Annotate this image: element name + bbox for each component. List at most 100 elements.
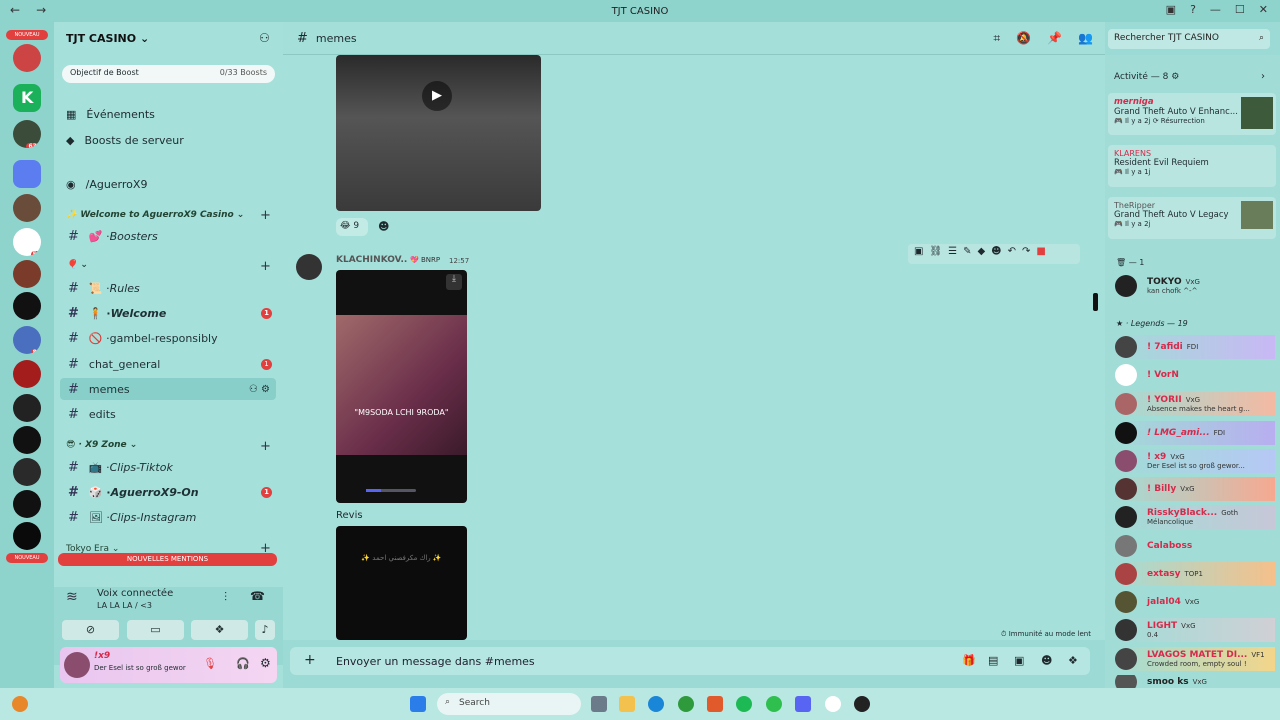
notifications-icon[interactable]: 🔕: [1016, 31, 1031, 46]
activity-card[interactable]: TheRipper Grand Theft Auto V Legacy 🎮 Il…: [1108, 197, 1276, 239]
member-item[interactable]: ! x9 VxG Der Esel ist so groß gewor...: [1115, 449, 1275, 473]
channel-gamble[interactable]: # 🚫 · gambel-responsibly: [60, 327, 276, 349]
member-item[interactable]: extasy TOP1: [1115, 562, 1275, 586]
video-attachment[interactable]: ▶: [336, 55, 541, 211]
progress-bar[interactable]: [366, 489, 416, 492]
member-item[interactable]: ! Billy VxG: [1115, 477, 1275, 501]
maximize-icon[interactable]: ☐: [1235, 3, 1245, 16]
member-item[interactable]: ! 7afidi FDI: [1115, 335, 1275, 359]
member-item[interactable]: ! LMG_ami... FDI: [1115, 421, 1275, 445]
xbox-icon[interactable]: [678, 696, 694, 712]
app-icon[interactable]: [12, 696, 28, 712]
member-item[interactable]: ! VorN: [1115, 363, 1275, 387]
category-welcome[interactable]: ✨ Welcome to AguerroX9 Casino ⌄: [66, 210, 244, 220]
spotify-icon[interactable]: [736, 696, 752, 712]
channel-welcome[interactable]: # 🧍 · Welcome 1: [60, 302, 276, 324]
add-channel-icon[interactable]: +: [260, 259, 271, 274]
message-author[interactable]: Revis: [336, 510, 363, 521]
video-attachment[interactable]: "M9SODA LCHI 9RODA" ⤓: [336, 270, 467, 503]
camera-button[interactable]: ⊘: [62, 620, 119, 640]
play-icon[interactable]: ▶: [422, 81, 452, 111]
server-icon[interactable]: [13, 160, 41, 188]
channel-rules[interactable]: # 📜 · Rules: [60, 277, 276, 299]
voice-channel[interactable]: LA LA LA / <3: [97, 601, 152, 610]
activity-card[interactable]: KLARENS Resident Evil Requiem 🎮 Il y a 1…: [1108, 145, 1276, 187]
category-unnamed[interactable]: 🎈 ⌄: [66, 260, 88, 270]
gif-icon[interactable]: ▤: [988, 654, 998, 667]
channel-memes[interactable]: # memes ⚇ ⚙: [60, 378, 276, 400]
server-icon[interactable]: [13, 522, 41, 550]
help-icon[interactable]: ?: [1190, 3, 1196, 16]
channel-tiktok[interactable]: # 📺 · Clips-Tiktok: [60, 456, 276, 478]
message-author[interactable]: KLACHINKOV..: [336, 255, 407, 265]
add-channel-icon[interactable]: +: [260, 208, 271, 223]
message-composer[interactable]: + Envoyer un message dans #memes 🎁 ▤ ▣ ☻…: [290, 647, 1090, 675]
reaction[interactable]: 😂 9: [336, 218, 368, 236]
task-view-icon[interactable]: [591, 696, 607, 712]
new-badge[interactable]: NOUVEAU: [6, 553, 48, 563]
noise-suppression-icon[interactable]: ⫶: [224, 590, 227, 605]
member-item[interactable]: LIGHT VxG 0.4: [1115, 618, 1275, 642]
boost-goal[interactable]: Objectif de Boost 0/33 Boosts: [62, 65, 275, 83]
server-icon[interactable]: [13, 426, 41, 454]
windows-start-icon[interactable]: [410, 696, 426, 712]
voice-status[interactable]: Voix connectée: [97, 588, 173, 599]
disconnect-icon[interactable]: ☎: [250, 589, 265, 603]
member-item[interactable]: jalal04 VxG: [1115, 590, 1275, 614]
new-badge[interactable]: NOUVEAU: [6, 30, 48, 40]
server-icon[interactable]: K: [13, 84, 41, 112]
add-reaction-icon[interactable]: ☻: [378, 220, 389, 233]
close-icon[interactable]: ✕: [1259, 3, 1268, 16]
avatar[interactable]: [64, 652, 90, 678]
activity-header[interactable]: Activité — 8 ⚙: [1114, 72, 1179, 82]
server-icon[interactable]: 86: [13, 326, 41, 354]
add-member-icon[interactable]: ⚇: [259, 31, 270, 45]
server-icon[interactable]: [13, 44, 41, 72]
member-item[interactable]: smoo ks VxG: [1115, 675, 1275, 688]
add-attachment-icon[interactable]: +: [304, 652, 316, 668]
download-icon[interactable]: ⤓: [446, 274, 462, 290]
activities-button[interactable]: ❖: [191, 620, 248, 640]
emoji-icon[interactable]: ☻: [1041, 654, 1052, 667]
channel-boosters[interactable]: # 💕 · Boosters: [60, 225, 276, 247]
search-input[interactable]: Rechercher TJT CASINO ⌕: [1108, 29, 1270, 49]
server-icon[interactable]: 3: [13, 394, 41, 422]
sticker-icon[interactable]: ▣: [1014, 654, 1024, 667]
server-icon[interactable]: [13, 458, 41, 486]
category-x9[interactable]: 😎 · X9 Zone ⌄: [66, 440, 137, 450]
server-icon[interactable]: [13, 490, 41, 518]
gift-icon[interactable]: 🎁: [962, 654, 976, 667]
user-panel[interactable]: !x9 Der Esel ist so groß gewor 🎙 🎧 ⚙: [60, 647, 277, 683]
member-item[interactable]: ! YORII VxG Absence makes the heart g...: [1115, 392, 1275, 416]
app-icon[interactable]: [854, 696, 870, 712]
inbox-icon[interactable]: ▣: [1166, 3, 1176, 16]
member-item[interactable]: RisskyBlack... Goth Mélancolique: [1115, 505, 1275, 529]
channel-edits[interactable]: # edits: [60, 403, 276, 425]
guild-name[interactable]: TJT CASINO ⌄: [66, 32, 149, 45]
avatar[interactable]: [296, 254, 322, 280]
server-icon[interactable]: 638: [13, 120, 41, 148]
threads-icon[interactable]: ⌗: [993, 31, 1000, 46]
member-item[interactable]: Calaboss: [1115, 534, 1275, 558]
new-mentions-banner[interactable]: NOUVELLES MENTIONS: [58, 553, 277, 566]
message-toolbar[interactable]: ▣⛓☰✎◆☻↶↷■: [908, 244, 1080, 264]
pinned-icon[interactable]: 📌: [1047, 31, 1062, 46]
events-link[interactable]: ▦ Événements: [66, 108, 155, 121]
discord-icon[interactable]: [795, 696, 811, 712]
taskbar-search[interactable]: ⌕ Search: [437, 693, 581, 715]
settings-gear-icon[interactable]: ⚙: [260, 656, 271, 670]
chevron-right-icon[interactable]: ›: [1261, 71, 1265, 82]
server-icon[interactable]: 9: [13, 292, 41, 320]
server-boosts-link[interactable]: ◆ Boosts de serveur: [66, 134, 184, 147]
server-icon[interactable]: 7: [13, 194, 41, 222]
file-explorer-icon[interactable]: [619, 696, 635, 712]
screen-share-button[interactable]: ▭: [127, 620, 184, 640]
channel-aguerro-on[interactable]: # 🎲 · AguerroX9-On 1: [60, 481, 276, 503]
member-item[interactable]: TOKYO VxG kan chofk ^-^: [1115, 274, 1275, 298]
server-icon[interactable]: [13, 360, 41, 388]
members-icon[interactable]: 👥: [1078, 31, 1093, 46]
deafen-icon[interactable]: 🎧: [236, 657, 250, 670]
brave-icon[interactable]: [707, 696, 723, 712]
channel-chat-general[interactable]: # chat_general 1: [60, 353, 276, 375]
apps-icon[interactable]: ❖: [1068, 654, 1078, 667]
